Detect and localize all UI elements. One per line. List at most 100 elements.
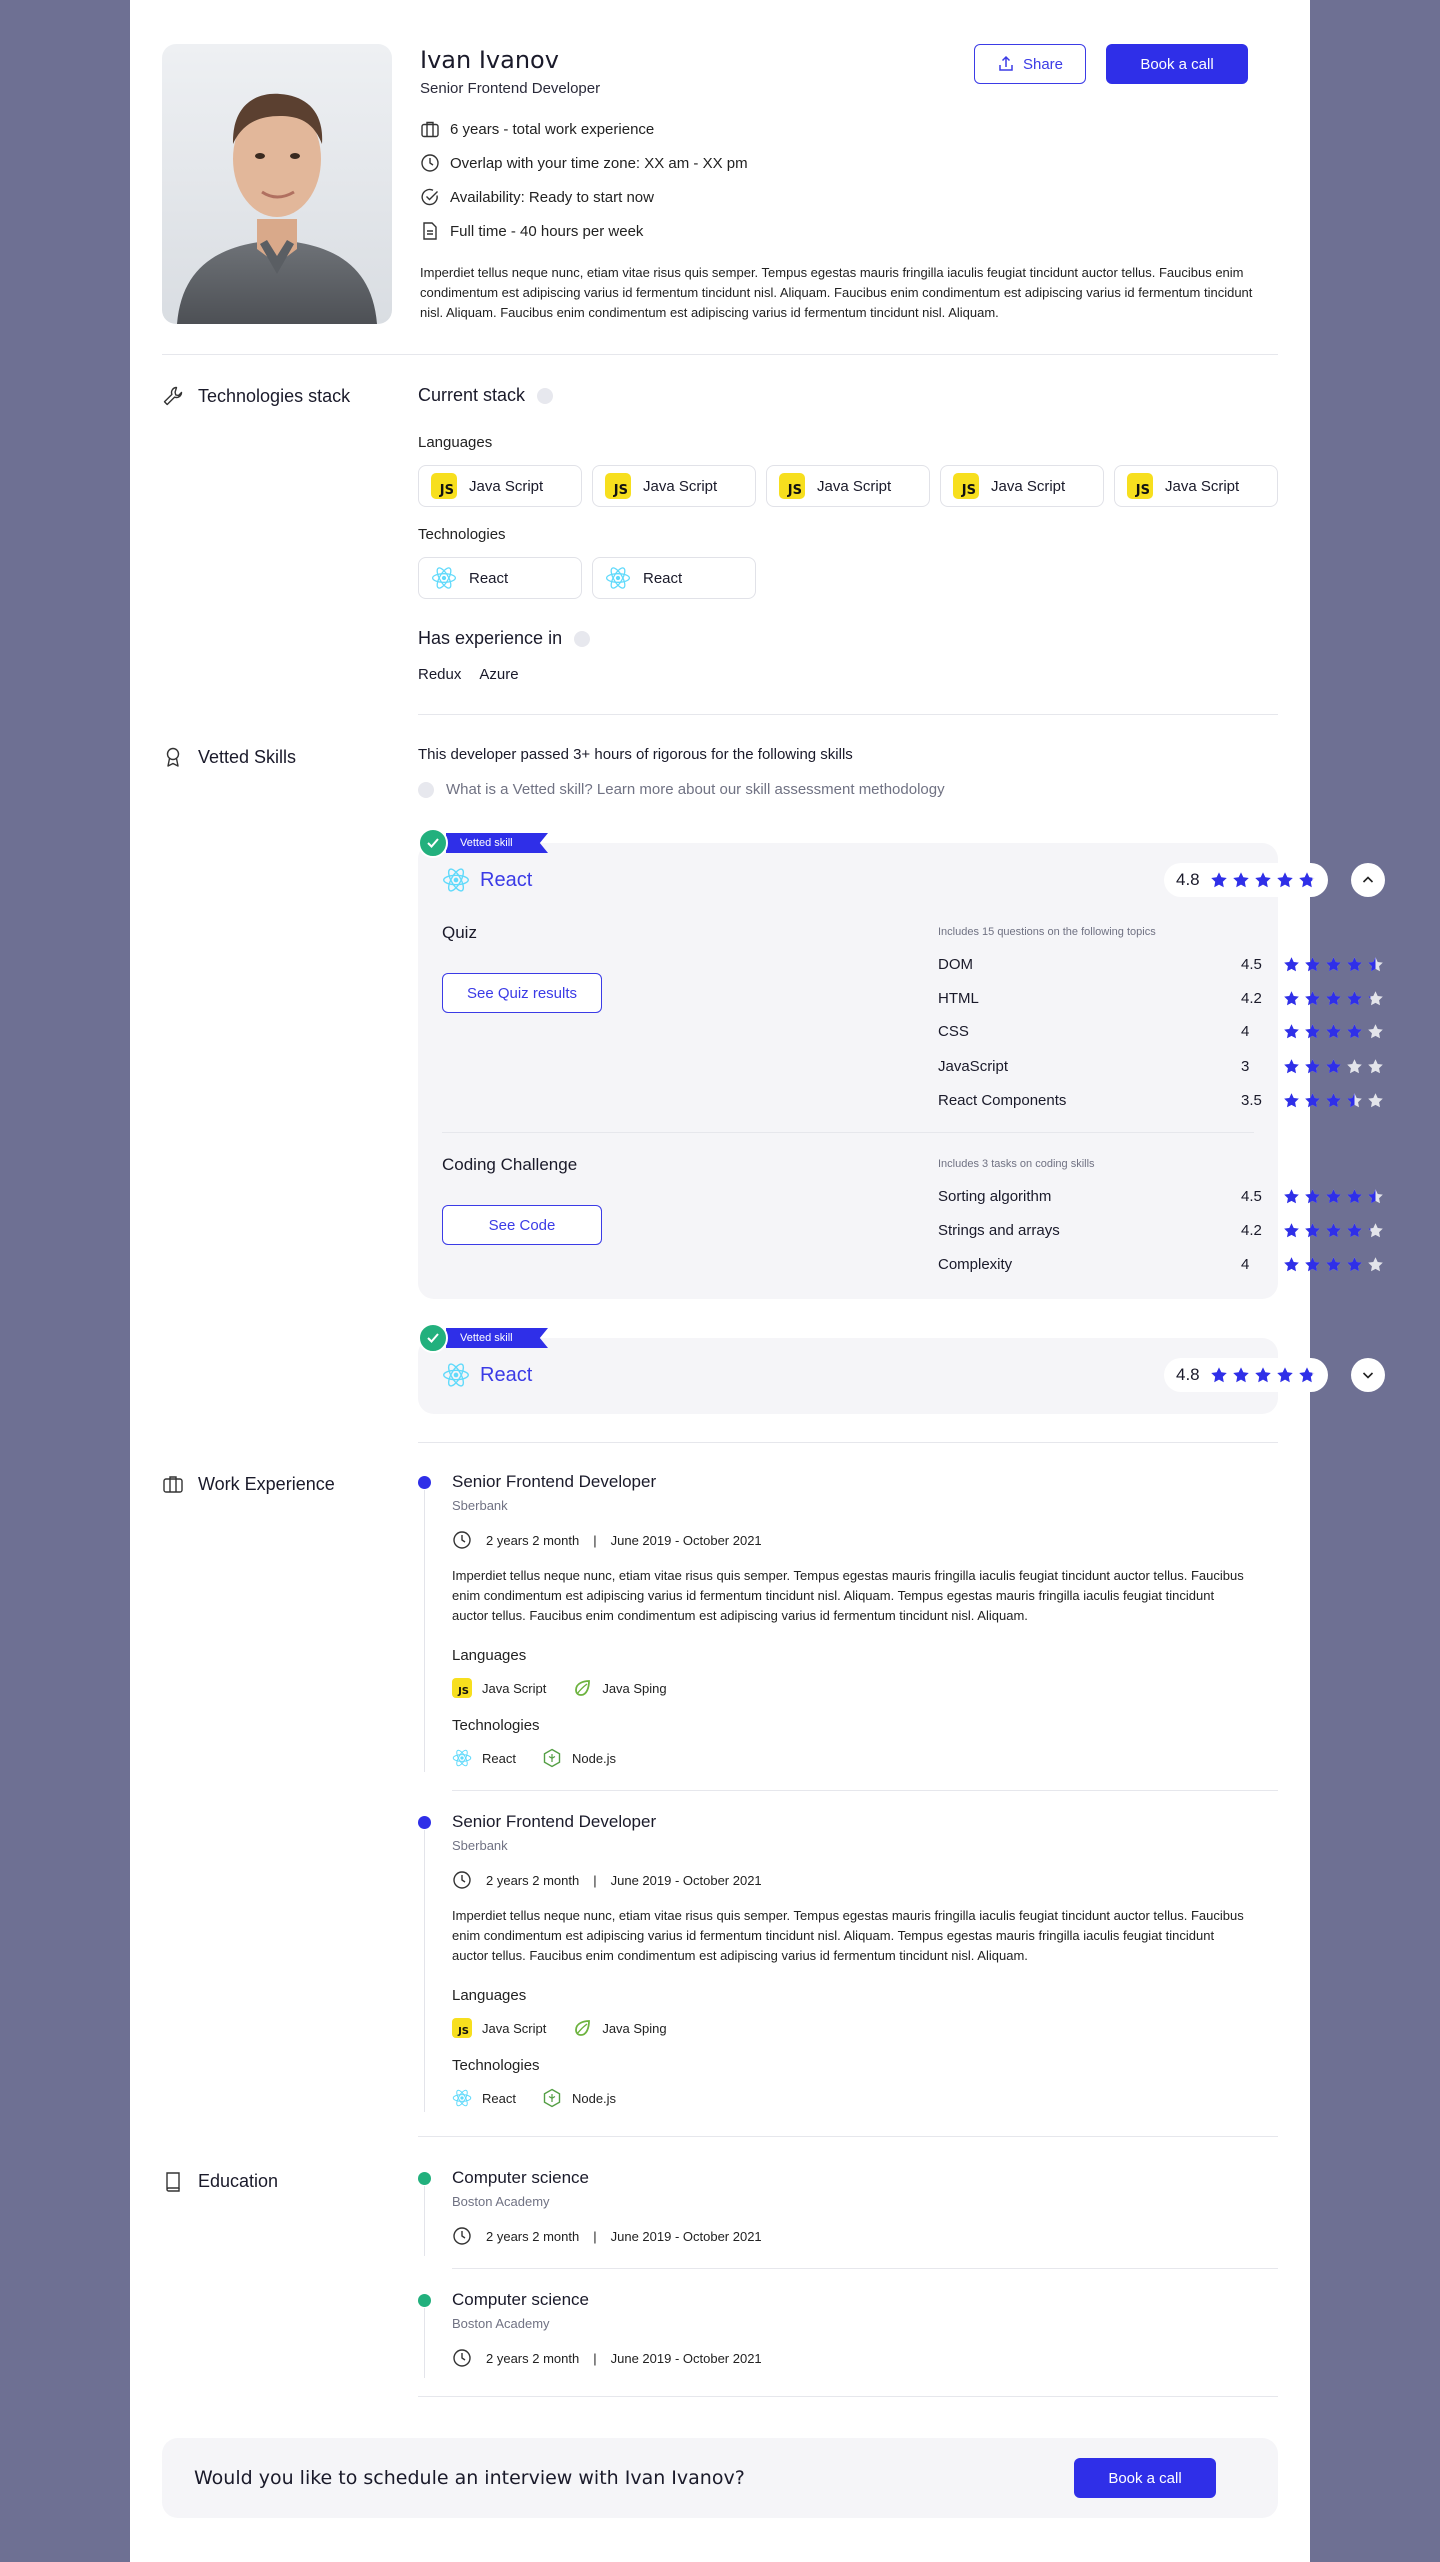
technologies-label: Technologies <box>418 526 506 543</box>
timeline-dot <box>418 1816 431 1829</box>
profile-photo <box>162 44 392 324</box>
quiz-title: Quiz <box>442 923 477 942</box>
profile-bio: Imperdiet tellus neque nunc, etiam vitae… <box>420 265 1253 320</box>
star-icon <box>1298 1366 1316 1384</box>
topic-stars <box>1283 1256 1384 1273</box>
education-duration: 2 years 2 month <box>486 2228 580 2244</box>
section-title: Technologies stack <box>198 385 351 406</box>
share-label: Share <box>1022 55 1064 73</box>
job-languages: JS Java Script Java Sping <box>452 1678 667 1698</box>
clock-icon <box>452 2226 472 2246</box>
react-icon <box>442 866 470 894</box>
job-technologies: React Node.js <box>452 2088 616 2108</box>
item-label: React <box>482 2090 516 2106</box>
topic-score: 3 <box>1241 1057 1250 1075</box>
technology-chip: React <box>592 557 756 599</box>
help-icon[interactable] <box>537 387 554 404</box>
job-meta: 2 years 2 month | June 2019 - October 20… <box>452 1530 762 1550</box>
star-icon <box>1298 871 1316 889</box>
star-icon <box>1254 871 1272 889</box>
timeline-line <box>424 1490 425 1772</box>
language-chip: JS Java Script <box>1114 465 1278 507</box>
job-technologies-label: Technologies <box>452 2057 540 2074</box>
topic-name: Strings and arrays <box>938 1221 1060 1239</box>
job-languages: JS Java Script Java Sping <box>452 2018 667 2038</box>
spring-icon <box>572 1678 592 1698</box>
profile-page: Ivan Ivanov Senior Frontend Developer 6 … <box>130 0 1385 2562</box>
nodejs-icon <box>542 2088 562 2108</box>
meta-separator: | <box>593 2350 597 2366</box>
star-icon <box>1367 1256 1384 1273</box>
star-icon <box>1325 1256 1342 1273</box>
item-label: Java Sping <box>602 2020 667 2036</box>
collapse-button[interactable] <box>1351 863 1385 897</box>
react-icon <box>452 1748 472 1768</box>
topic-score: 4 <box>1241 1255 1250 1273</box>
star-icon <box>1283 1023 1300 1040</box>
vetted-skill-card <box>418 1338 1278 1414</box>
rating-stars <box>1210 871 1316 889</box>
learn-more-link[interactable]: What is a Vetted skill? Learn more about… <box>446 781 945 798</box>
chip-label: React <box>643 569 683 587</box>
vetted-check-badge <box>418 1323 448 1353</box>
rating-value: 4.8 <box>1176 870 1200 889</box>
quiz-topic-row: JavaScript 3 <box>938 1055 1384 1077</box>
education-title: Computer science <box>452 2168 590 2187</box>
book-call-button[interactable]: Book a call <box>1106 44 1248 84</box>
topic-score: 4 <box>1241 1022 1250 1040</box>
share-icon <box>997 55 1015 73</box>
experience-title: Has experience in <box>418 628 563 648</box>
technology-item: React <box>452 2088 516 2108</box>
item-label: Java Script <box>482 1680 547 1696</box>
education-school: Boston Academy <box>452 2316 550 2331</box>
help-icon[interactable] <box>574 630 591 647</box>
star-icon <box>1325 1058 1342 1075</box>
star-icon <box>1367 990 1384 1007</box>
job-languages-label: Languages <box>452 1647 527 1664</box>
topic-stars <box>1283 1058 1384 1075</box>
timeline-line <box>424 2186 425 2256</box>
topic-name: Sorting algorithm <box>938 1187 1052 1205</box>
chip-label: Java Script <box>991 477 1066 495</box>
expand-button[interactable] <box>1351 1358 1385 1392</box>
meta-separator: | <box>593 1872 597 1888</box>
job-description: Imperdiet tellus neque nunc, etiam vitae… <box>452 1568 1244 1623</box>
star-icon <box>1304 1023 1321 1040</box>
meta-separator: | <box>593 2228 597 2244</box>
quiz-topic-row: HTML 4.2 <box>938 987 1384 1009</box>
language-item: Java Sping <box>572 1678 667 1698</box>
star-icon <box>1232 1366 1250 1384</box>
topic-score: 3.5 <box>1241 1091 1262 1109</box>
fact-experience: 6 years - total work experience <box>420 118 654 140</box>
topic-name: CSS <box>938 1022 969 1040</box>
cta-book-call-button[interactable]: Book a call <box>1074 2458 1216 2498</box>
see-quiz-results-button[interactable]: See Quiz results <box>442 973 602 1013</box>
javascript-icon: JS <box>452 2018 472 2038</box>
topic-score: 4.5 <box>1241 1187 1262 1205</box>
star-icon <box>1283 1256 1300 1273</box>
divider <box>442 1132 1254 1133</box>
star-icon <box>1367 1222 1384 1239</box>
star-icon <box>1283 956 1300 973</box>
timeline-dot <box>418 1476 431 1489</box>
language-chip: JS Java Script <box>766 465 930 507</box>
job-title: Senior Frontend Developer <box>452 1472 657 1491</box>
experience-heading: Has experience in <box>418 628 591 649</box>
react-icon <box>452 2088 472 2108</box>
share-button[interactable]: Share <box>974 44 1086 84</box>
languages-label: Languages <box>418 434 493 451</box>
cta-text: Would you like to schedule an interview … <box>194 2467 745 2489</box>
divider <box>452 1790 1278 1791</box>
skill-name: React <box>480 868 533 891</box>
rating-value: 4.8 <box>1176 1365 1200 1384</box>
coding-topic-row: Complexity 4 <box>938 1253 1384 1275</box>
clock-icon <box>420 153 440 173</box>
education-meta: 2 years 2 month | June 2019 - October 20… <box>452 2348 762 2368</box>
see-code-button[interactable]: See Code <box>442 1205 602 1245</box>
divider <box>418 714 1278 715</box>
coding-note: Includes 3 tasks on coding skills <box>938 1158 1095 1170</box>
vetted-learn-more[interactable]: What is a Vetted skill? Learn more about… <box>418 781 945 798</box>
star-icon <box>1367 1058 1384 1075</box>
star-icon <box>1325 1188 1342 1205</box>
job-company: Sberbank <box>452 1498 508 1513</box>
